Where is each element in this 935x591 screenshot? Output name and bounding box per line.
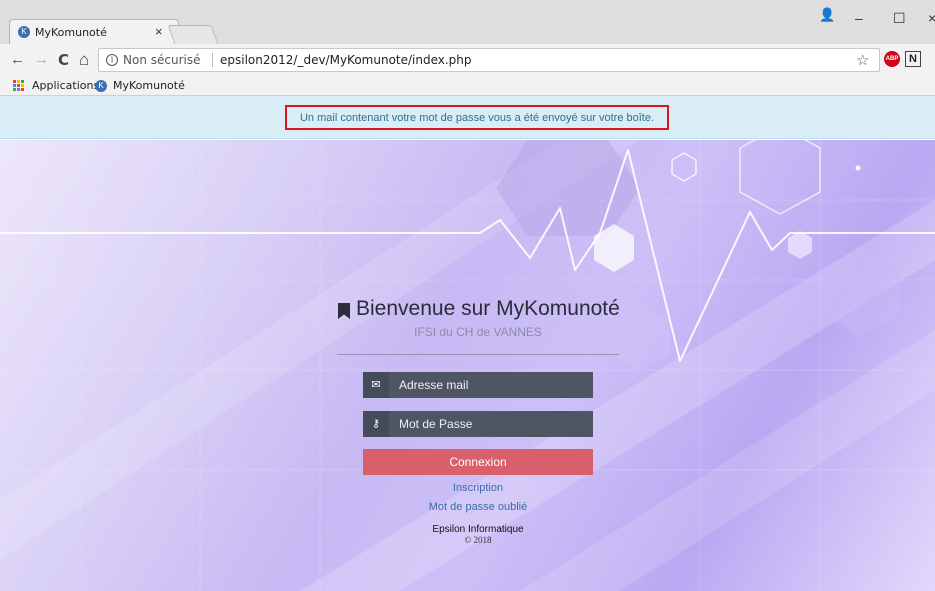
menu-dots-icon[interactable]: ⋮ <box>929 50 935 67</box>
info-alert: Un mail contenant votre mot de passe vou… <box>0 96 935 139</box>
envelope-icon: ✉ <box>363 372 389 398</box>
key-icon: ⚷ <box>363 411 389 437</box>
home-button[interactable]: ⌂ <box>79 51 89 69</box>
organization-subtitle: IFSI du CH de VANNES <box>414 325 542 339</box>
browser-toolbar: ← → C ⌂ i Non sécurisé epsilon2012/_dev/… <box>0 44 935 76</box>
reload-button[interactable]: C <box>58 51 69 69</box>
new-tab-button[interactable] <box>167 25 219 44</box>
bookmarks-bar: Applications K MyKomunoté <box>0 76 935 96</box>
register-link[interactable]: Inscription <box>363 482 593 494</box>
apps-grid-icon[interactable] <box>13 80 25 92</box>
account-icon[interactable]: 👤 <box>819 7 835 23</box>
site-favicon-icon: K <box>18 26 30 38</box>
title-divider <box>337 354 619 355</box>
tab-close-icon[interactable]: × <box>155 24 163 39</box>
url-text[interactable]: epsilon2012/_dev/MyKomunote/index.php <box>220 53 472 67</box>
password-field-group: ⚷ <box>363 411 593 437</box>
back-button[interactable]: ← <box>10 51 25 69</box>
browser-titlebar: K MyKomunoté × 👤 – ☐ × <box>0 0 935 44</box>
bookmark-star-icon[interactable]: ☆ <box>856 51 869 69</box>
extension-n-icon[interactable]: N <box>905 51 921 67</box>
maximize-button[interactable]: ☐ <box>893 10 906 27</box>
forward-button[interactable]: → <box>34 51 49 69</box>
adblock-extension-icon[interactable]: ABP <box>884 51 900 67</box>
email-field-group: ✉ <box>363 372 593 398</box>
password-input[interactable] <box>389 411 593 437</box>
email-input[interactable] <box>389 372 593 398</box>
tab-title: MyKomunoté <box>35 26 107 39</box>
alert-highlight-box: Un mail contenant votre mot de passe vou… <box>285 105 669 130</box>
footer-company: Epsilon Informatique <box>432 524 524 535</box>
forgot-password-link[interactable]: Mot de passe oublié <box>363 501 593 513</box>
minimize-button[interactable]: – <box>855 10 863 26</box>
alert-message: Un mail contenant votre mot de passe vou… <box>299 112 655 124</box>
footer-copyright: © 2018 <box>464 535 492 545</box>
page-content: Un mail contenant votre mot de passe vou… <box>0 96 935 591</box>
omnibox-separator <box>212 53 213 67</box>
login-button[interactable]: Connexion <box>363 449 593 475</box>
bookmark-applications[interactable]: Applications <box>32 79 99 92</box>
bookmark-mykomunote[interactable]: MyKomunoté <box>113 79 185 92</box>
address-bar[interactable]: i Non sécurisé epsilon2012/_dev/MyKomuno… <box>98 48 880 72</box>
browser-tab[interactable]: K MyKomunoté × <box>9 19 179 44</box>
security-label[interactable]: Non sécurisé <box>123 53 200 67</box>
close-window-button[interactable]: × <box>928 10 935 26</box>
welcome-title: Bienvenue sur MyKomunoté <box>356 297 620 320</box>
info-icon[interactable]: i <box>106 54 118 66</box>
bookmark-favicon-icon: K <box>95 80 107 92</box>
